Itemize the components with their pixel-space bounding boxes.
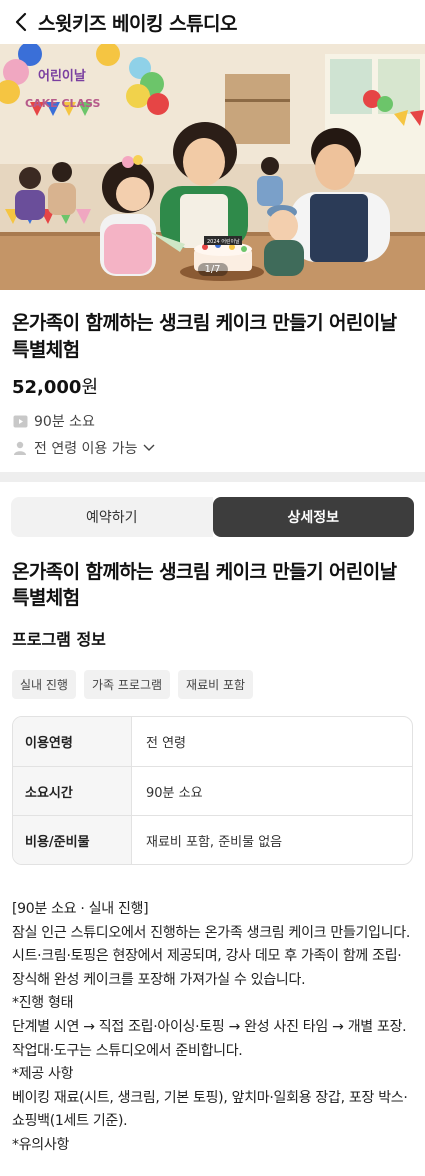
tag-list: 실내 진행 가족 프로그램 재료비 포함 bbox=[12, 670, 413, 699]
table-key: 소요시간 bbox=[13, 767, 132, 815]
table-row: 이용연령 전 연령 bbox=[13, 717, 412, 766]
tab-bar: 예약하기 상세정보 bbox=[0, 482, 425, 537]
duration-text: 90분 소요 bbox=[34, 414, 95, 430]
program-info-heading: 프로그램 정보 bbox=[12, 630, 106, 649]
price-value: 52,000 bbox=[12, 377, 82, 398]
tag-chip: 실내 진행 bbox=[12, 670, 76, 699]
cake-class-text: CAKE CLASS bbox=[25, 97, 100, 110]
price-unit: 원 bbox=[81, 377, 99, 398]
description-paragraph: [90분 소요 · 실내 진행] bbox=[12, 901, 149, 917]
description-paragraph: *진행 형태 bbox=[12, 995, 74, 1012]
age-text: 전 연령 이용 가능 bbox=[34, 441, 138, 457]
chevron-down-icon bbox=[143, 444, 155, 452]
table-value: 90분 소요 bbox=[146, 785, 203, 801]
back-button[interactable] bbox=[10, 8, 32, 36]
description-paragraph: *유의사항 bbox=[12, 1136, 70, 1153]
image-counter: 1/7 bbox=[197, 263, 228, 276]
product-price: 52,000원 bbox=[12, 373, 413, 399]
product-photo: 어린이날 CAKE CLASS 2024 어린이날 bbox=[0, 44, 425, 290]
detail-section: 온가족이 함께하는 생크림 케이크 만들기 어린이날 특별체험 프로그램 정보 … bbox=[0, 537, 425, 1158]
duration-row: 90분 소요 bbox=[12, 411, 413, 431]
section-divider bbox=[0, 472, 425, 482]
table-key: 이용연령 bbox=[13, 717, 132, 766]
clock-video-icon bbox=[12, 413, 28, 429]
program-info-table: 이용연령 전 연령 소요시간 90분 소요 비용/준비물 재료비 포함, 준비물… bbox=[12, 716, 413, 865]
person-icon bbox=[12, 440, 28, 456]
table-row: 비용/준비물 재료비 포함, 준비물 없음 bbox=[13, 815, 412, 864]
age-row[interactable]: 전 연령 이용 가능 bbox=[12, 438, 413, 458]
tag-chip: 가족 프로그램 bbox=[83, 670, 171, 699]
detail-title: 온가족이 함께하는 생크림 케이크 만들기 어린이날 특별체험 bbox=[12, 561, 397, 609]
tab-details[interactable]: 상세정보 bbox=[212, 497, 414, 537]
product-title: 온가족이 함께하는 생크림 케이크 만들기 어린이날 특별체험 bbox=[12, 312, 397, 361]
product-summary: 온가족이 함께하는 생크림 케이크 만들기 어린이날 특별체험 52,000원 … bbox=[0, 290, 425, 472]
program-description: [90분 소요 · 실내 진행] 잠실 인근 스튜디오에서 진행하는 온가족 생… bbox=[12, 898, 413, 1158]
tag-chip: 재료비 포함 bbox=[178, 670, 254, 699]
table-key: 비용/준비물 bbox=[13, 816, 132, 864]
product-image-carousel[interactable]: 어린이날 CAKE CLASS 2024 어린이날 1/7 bbox=[0, 44, 425, 290]
description-paragraph: 베이킹 재료(시트, 생크림, 기본 토핑), 앞치마·일회용 장갑, 포장 박… bbox=[12, 1089, 408, 1130]
top-bar: 스윗키즈 베이킹 스튜디오 bbox=[0, 0, 425, 44]
banner-text: 어린이날 bbox=[38, 68, 86, 84]
page-title: 스윗키즈 베이킹 스튜디오 bbox=[38, 12, 238, 35]
cake-topper-text: 2024 어린이날 bbox=[207, 238, 240, 245]
table-row: 소요시간 90분 소요 bbox=[13, 766, 412, 815]
chevron-left-icon bbox=[15, 12, 27, 32]
description-paragraph: 단계별 시연 → 직접 조립·아이싱·토핑 → 완성 사진 타임 → 개별 포장… bbox=[12, 1018, 407, 1059]
description-paragraph: 잠실 인근 스튜디오에서 진행하는 온가족 생크림 케이크 만들기입니다. 시트… bbox=[12, 924, 411, 988]
description-paragraph: *제공 사항 bbox=[12, 1066, 74, 1083]
tab-reservation[interactable]: 예약하기 bbox=[11, 497, 213, 537]
table-value: 재료비 포함, 준비물 없음 bbox=[146, 834, 283, 850]
table-value: 전 연령 bbox=[146, 736, 187, 751]
